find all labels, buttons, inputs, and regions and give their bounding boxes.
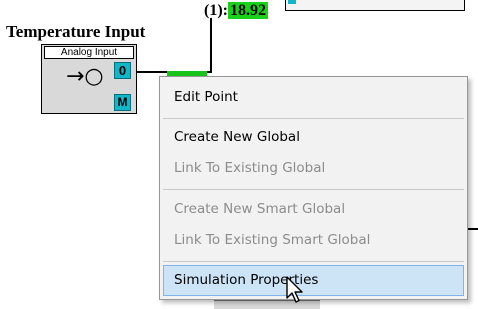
menu-separator xyxy=(163,118,464,119)
top-block-edge xyxy=(285,0,465,11)
wire-vertical xyxy=(210,18,212,73)
menu-item-simulation-properties[interactable]: Simulation Properties xyxy=(163,265,464,296)
mouse-pointer-icon xyxy=(286,276,303,303)
top-block-pin xyxy=(288,0,296,4)
block-title: Temperature Input xyxy=(6,22,146,41)
input-arrow-icon: →○ xyxy=(66,64,104,89)
readout-value: 18.92 xyxy=(227,2,268,19)
menu-item-link-existing-smart-global[interactable]: Link To Existing Smart Global xyxy=(163,225,464,256)
analog-input-block[interactable]: Analog Input →○ 0 M xyxy=(41,44,137,114)
menu-item-edit-point[interactable]: Edit Point xyxy=(163,82,464,113)
output-pin[interactable]: 0 xyxy=(114,62,131,79)
value-readout: (1): 18.92 xyxy=(204,2,268,20)
menu-item-create-new-smart-global[interactable]: Create New Smart Global xyxy=(163,194,464,225)
menu-item-create-new-global[interactable]: Create New Global xyxy=(163,122,464,153)
menu-item-link-existing-global[interactable]: Link To Existing Global xyxy=(163,153,464,184)
mode-pin[interactable]: M xyxy=(114,94,131,111)
menu-separator xyxy=(163,261,464,262)
context-menu: Edit Point Create New Global Link To Exi… xyxy=(159,76,468,300)
menu-separator xyxy=(163,189,464,190)
readout-prefix: (1): xyxy=(204,2,228,19)
block-type-label: Analog Input xyxy=(44,46,134,59)
